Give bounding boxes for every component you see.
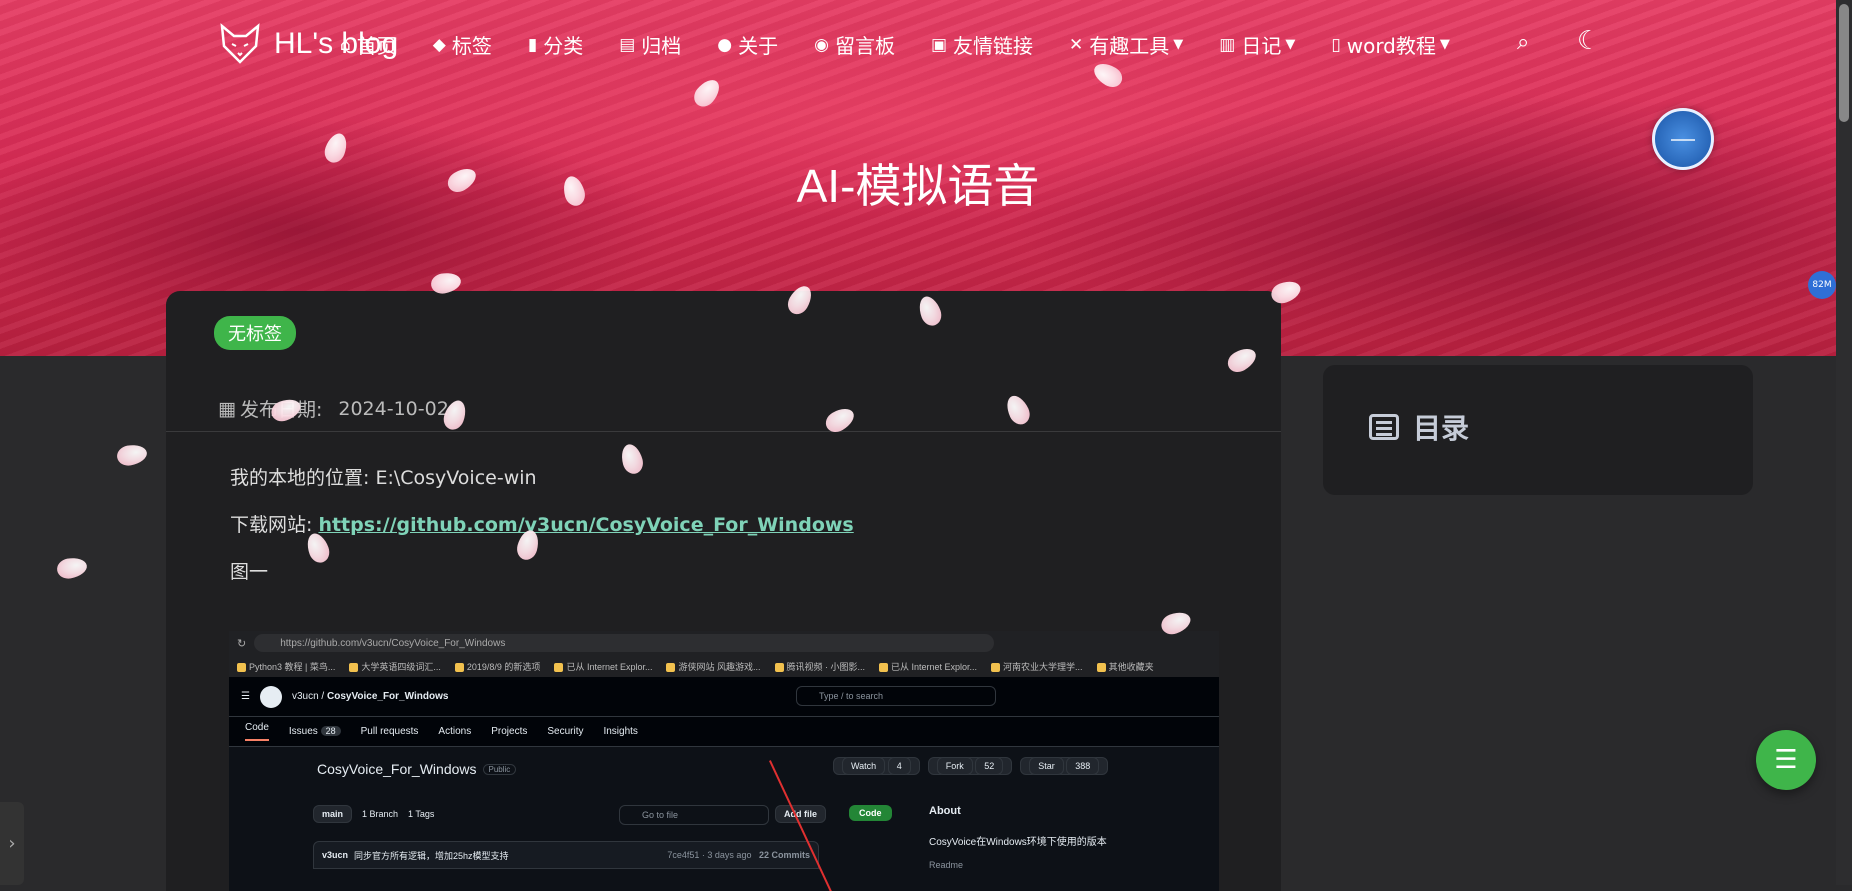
tab-insights: Insights [603, 726, 638, 737]
bookmarks-bar: Python3 教程 | 菜鸟... 大学英语四级词汇... 2019/8/9 … [229, 655, 1219, 677]
petal-decoration [55, 555, 89, 581]
repo-path: v3ucn / CosyVoice_For_Windows [291, 691, 449, 702]
fork-button: Fork 52 [927, 757, 1013, 775]
list-icon: ☰ [1774, 745, 1798, 775]
nav-home[interactable]: ⌂ 首页 [340, 30, 397, 59]
nav-archive[interactable]: ▤ 归档 [619, 30, 681, 59]
bookmark-item: 其他收藏夹 [1096, 660, 1154, 673]
page-title: AI-模拟语音 [796, 160, 1040, 212]
download-label: 下载网站: [230, 514, 319, 536]
star-button: Star 388 [1020, 757, 1109, 775]
search-icon[interactable]: ⌕ [1517, 30, 1529, 55]
toc-title: 目录 [1369, 407, 1469, 447]
dark-mode-toggle-icon[interactable]: ☾ [1577, 26, 1600, 56]
tab-actions: Actions [438, 726, 472, 737]
bookmark-item: 腾讯视频 · 小图影... [774, 660, 865, 673]
tab-projects: Projects [491, 726, 528, 737]
bookmark-item: 河南农业大学理学... [991, 660, 1083, 673]
nav-word[interactable]: ▯ word教程 ▼ [1331, 30, 1450, 59]
location-text: 我的本地的位置: E:\CosyVoice-win [230, 467, 537, 489]
github-logo-icon [259, 685, 282, 708]
goto-file: Go to file [619, 805, 769, 825]
add-file-button: Add file [775, 805, 826, 823]
tab-issues: Issues 28 [289, 726, 341, 737]
bookmark-icon: ▮ [527, 34, 538, 55]
archive-icon: ▤ [619, 34, 636, 55]
bookmark-item: 已从 Internet Explor... [554, 660, 652, 673]
repo-actions: Watch 4 Fork 52 Star 388 [833, 757, 1109, 775]
chevron-down-icon: ▼ [1173, 37, 1184, 52]
calendar-icon: ▦ [218, 397, 236, 420]
tags-icon: ◆ [432, 34, 446, 55]
comments-icon: ◉ [814, 34, 829, 55]
github-screenshot: ↻ https://github.com/v3ucn/CosyVoice_For… [229, 631, 1219, 891]
repo-tabs: Code Issues 28 Pull requests Actions Pro… [229, 717, 1219, 747]
toc-card: 目录 [1323, 365, 1753, 495]
nav-categories[interactable]: ▮ 分类 [528, 30, 583, 59]
tab-pull-requests: Pull requests [360, 726, 419, 737]
book-icon: ▥ [1219, 34, 1236, 55]
branch-row: main 1 Branch 1 Tags [313, 805, 434, 823]
address-bar: https://github.com/v3ucn/CosyVoice_For_W… [254, 634, 995, 652]
post-meta: ▦ 发布日期: 2024-10-02 [218, 395, 449, 422]
chevron-down-icon: ▼ [1439, 37, 1450, 52]
fox-logo-icon [220, 23, 260, 64]
github-header: ☰ v3ucn / CosyVoice_For_Windows [229, 677, 1219, 717]
annotation-line [769, 760, 835, 891]
nav-about[interactable]: ● 关于 [717, 30, 778, 59]
memory-badge: 82M [1808, 271, 1836, 299]
chevron-down-icon: ▼ [1285, 37, 1296, 52]
chevron-right-icon: › [8, 833, 16, 854]
list-icon [1369, 414, 1399, 440]
repo-title: CosyVoice_For_Windows Public [317, 761, 517, 777]
address-card-icon: ▣ [930, 34, 948, 55]
github-search: Type / to search [796, 686, 996, 706]
tag-badge[interactable]: 无标签 [214, 316, 296, 350]
date-value: 2024-10-02 [338, 397, 449, 420]
nav-diary[interactable]: ▥ 日记 ▼ [1219, 30, 1295, 59]
tab-code: Code [245, 722, 269, 741]
nav-guestbook[interactable]: ◉ 留言板 [814, 30, 895, 59]
about-panel: About CosyVoice在Windows环境下使用的版本 Readme [929, 805, 1107, 870]
user-circle-icon: ● [717, 34, 733, 55]
bookmark-item: 游侠网站 风趣游戏... [666, 660, 761, 673]
download-paragraph: 下载网站: https://github.com/v3ucn/CosyVoice… [230, 510, 854, 537]
word-file-icon: ▯ [1331, 34, 1341, 55]
bookmark-item: 大学英语四级词汇... [349, 660, 441, 673]
latest-commit: v3ucn 同步官方所有逻辑，增加25hz模型支持 7ce4f51 · 3 da… [313, 841, 819, 869]
tab-security: Security [547, 726, 584, 737]
nav-friends[interactable]: ▣ 友情链接 [931, 30, 1033, 59]
bookmark-item: Python3 教程 | 菜鸟... [237, 660, 335, 673]
tools-icon: ✕ [1069, 34, 1084, 55]
scrollbar[interactable] [1836, 0, 1852, 885]
home-icon: ⌂ [340, 34, 351, 55]
reload-icon: ↻ [237, 637, 247, 650]
divider [166, 431, 1281, 432]
toc-toggle-button[interactable]: ☰ [1756, 730, 1816, 790]
music-player-disc[interactable] [1652, 108, 1714, 170]
bookmark-item: 已从 Internet Explor... [879, 660, 977, 673]
petal-decoration [115, 442, 149, 468]
download-link[interactable]: https://github.com/v3ucn/CosyVoice_For_W… [318, 514, 853, 536]
nav-tools[interactable]: ✕ 有趣工具 ▼ [1069, 30, 1183, 59]
watch-button: Watch 4 [833, 757, 920, 775]
nav-tags[interactable]: ◆ 标签 [433, 30, 492, 59]
main-menu: ⌂ 首页 ◆ 标签 ▮ 分类 ▤ 归档 ● 关于 ◉ 留言板 ▣ 友情链接 ✕ 有趣工具 ▼ ▥ 日… [340, 30, 1486, 59]
top-nav: HL's blog ⌂ 首页 ◆ 标签 ▮ 分类 ▤ 归档 ● 关于 ◉ 留言板 ▣ 友情链接… [0, 22, 1852, 68]
scroll-thumb[interactable] [1839, 4, 1849, 122]
code-button: Code [849, 805, 892, 821]
hamburger-icon: ☰ [241, 691, 250, 702]
post-card: 无标签 ▦ 发布日期: 2024-10-02 我的本地的位置: E:\CosyV… [166, 291, 1281, 891]
figure-label: 图一 [230, 561, 269, 583]
browser-toolbar: ↻ https://github.com/v3ucn/CosyVoice_For… [229, 631, 1219, 655]
bookmark-item: 2019/8/9 的新选项 [454, 660, 540, 673]
side-drawer-toggle[interactable]: › [0, 802, 24, 885]
